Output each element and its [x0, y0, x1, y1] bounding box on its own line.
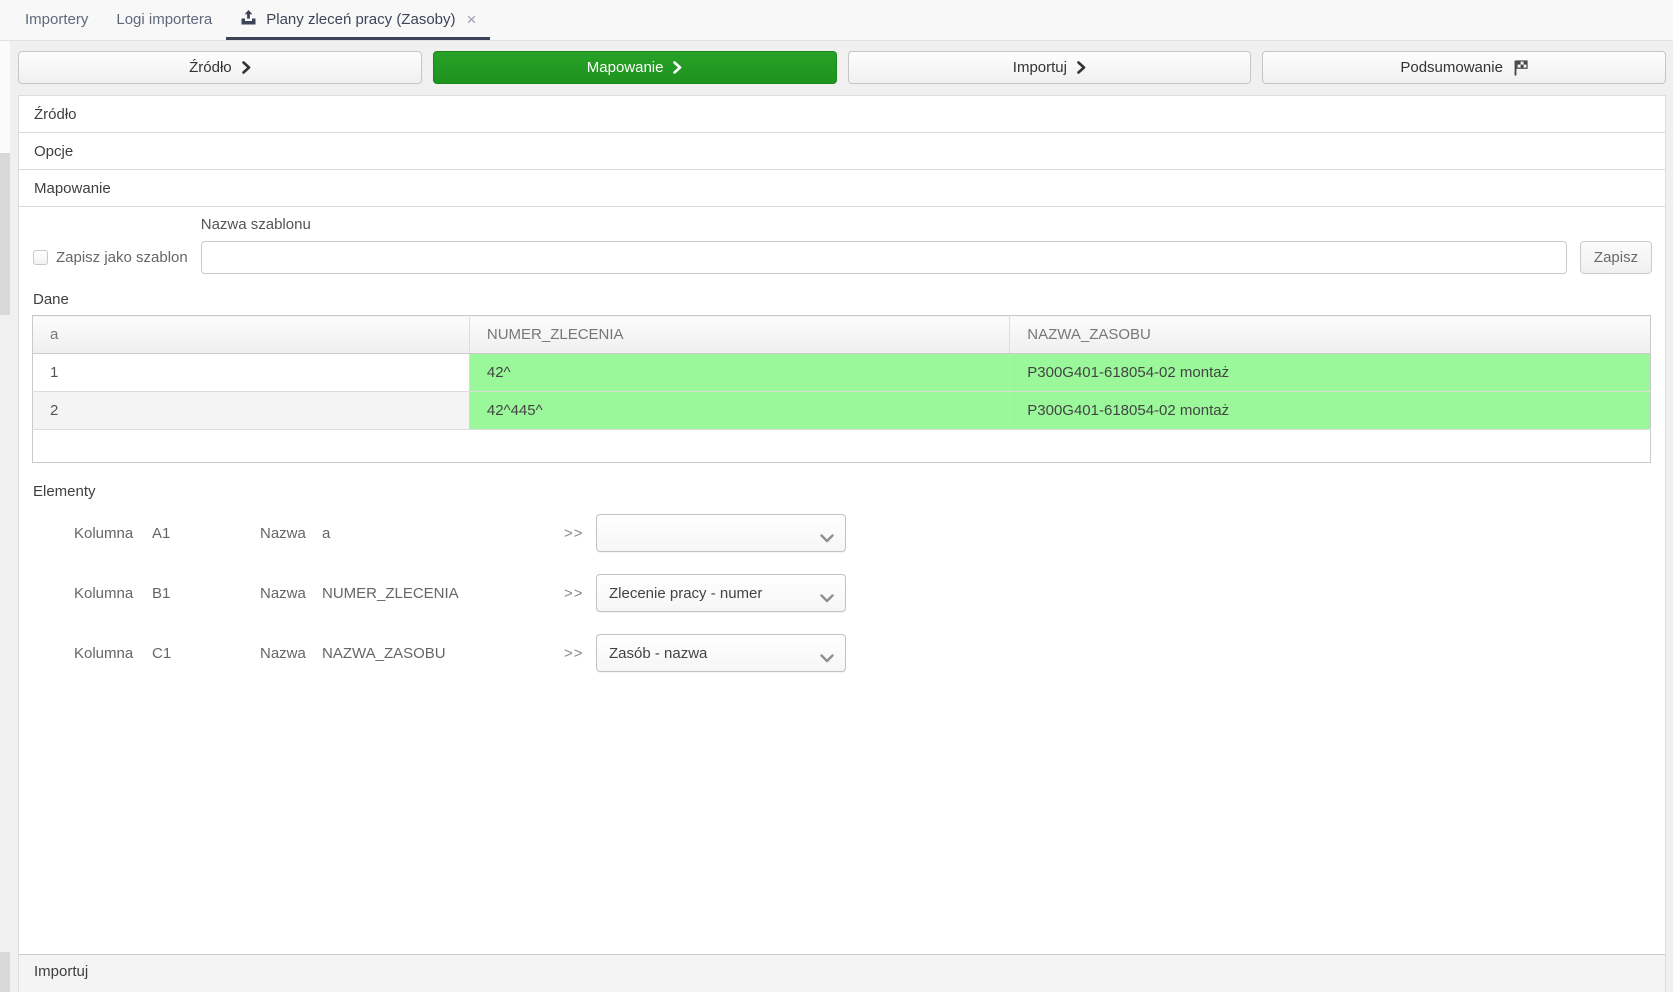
nazwa-value: NAZWA_ZASOBU [322, 645, 564, 662]
column-header-numer-zlecenia[interactable]: NUMER_ZLECENIA [469, 316, 1009, 354]
step-label: Mapowanie [587, 59, 664, 76]
cell-nazwa-zasobu: P300G401-618054-02 montaż [1010, 354, 1651, 392]
mapping-row-a1: Kolumna A1 Nazwa a >> [74, 514, 1665, 552]
mapping-row-b1: Kolumna B1 Nazwa NUMER_ZLECENIA >> Zlece… [74, 574, 1665, 612]
checkered-flag-icon [1513, 60, 1528, 76]
tab-importery[interactable]: Importery [11, 0, 102, 40]
dropdown-value: Zasób - nazwa [609, 645, 707, 662]
mapping-dropdown-a1[interactable] [596, 514, 846, 552]
mapping-dropdown-b1[interactable]: Zlecenie pracy - numer [596, 574, 846, 612]
save-as-template-label: Zapisz jako szablon [56, 249, 188, 266]
maps-to-arrow: >> [564, 645, 596, 662]
cell-numer-zlecenia: 42^ [469, 354, 1009, 392]
column-header-nazwa-zasobu[interactable]: NAZWA_ZASOBU [1010, 316, 1651, 354]
import-wizard-panel: Źródło Opcje Mapowanie Zapisz jako szabl… [18, 95, 1666, 992]
nazwa-label: Nazwa [260, 525, 322, 542]
data-preview-table: a NUMER_ZLECENIA NAZWA_ZASOBU 1 42^ P300… [32, 315, 1651, 463]
kolumna-value: B1 [152, 585, 260, 602]
mapping-row-c1: Kolumna C1 Nazwa NAZWA_ZASOBU >> Zasób -… [74, 634, 1665, 672]
section-header-importuj[interactable]: Importuj [19, 954, 1665, 992]
maps-to-arrow: >> [564, 585, 596, 602]
mapowanie-section-content: Zapisz jako szablon Nazwa szablonu Zapis… [19, 207, 1665, 954]
close-icon[interactable]: × [467, 10, 477, 30]
section-title: Opcje [34, 143, 73, 160]
step-label: Importuj [1013, 59, 1067, 76]
template-name-input[interactable] [201, 241, 1567, 274]
tab-bar: Importery Logi importera Plany zleceń pr… [0, 0, 1673, 41]
import-upload-icon [240, 9, 257, 30]
nazwa-value: a [322, 525, 564, 542]
kolumna-label: Kolumna [74, 645, 152, 662]
template-name-group: Nazwa szablonu [201, 216, 1567, 274]
section-header-mapowanie[interactable]: Mapowanie [19, 170, 1665, 207]
tab-label: Plany zleceń pracy (Zasoby) [266, 11, 455, 28]
scrollbar-thumb-bottom[interactable] [0, 952, 10, 992]
tab-label: Logi importera [116, 11, 212, 28]
section-title: Mapowanie [34, 180, 111, 197]
scrollbar-thumb[interactable] [0, 153, 10, 315]
mapping-dropdown-c1[interactable]: Zasób - nazwa [596, 634, 846, 672]
template-name-label: Nazwa szablonu [201, 216, 1567, 233]
section-header-zrodlo[interactable]: Źródło [19, 96, 1665, 133]
tab-logi-importera[interactable]: Logi importera [102, 0, 226, 40]
step-zrodlo-button[interactable]: Źródło [18, 51, 422, 84]
dane-label: Dane [33, 291, 1665, 308]
kolumna-label: Kolumna [74, 525, 152, 542]
save-template-button[interactable]: Zapisz [1580, 241, 1652, 274]
nazwa-label: Nazwa [260, 585, 322, 602]
column-header-a[interactable]: a [33, 316, 470, 354]
table-header-row: a NUMER_ZLECENIA NAZWA_ZASOBU [33, 316, 1651, 354]
left-scrollbar-track[interactable] [0, 41, 10, 992]
section-header-opcje[interactable]: Opcje [19, 133, 1665, 170]
table-row: 1 42^ P300G401-618054-02 montaż [33, 354, 1651, 392]
cell-nazwa-zasobu: P300G401-618054-02 montaż [1010, 392, 1651, 430]
chevron-right-icon [1077, 61, 1086, 74]
kolumna-value: C1 [152, 645, 260, 662]
table-empty-row [33, 430, 1651, 463]
wizard-steps: Źródło Mapowanie Importuj Podsumowanie [18, 51, 1666, 84]
nazwa-value: NUMER_ZLECENIA [322, 585, 564, 602]
section-title: Źródło [34, 106, 77, 123]
kolumna-value: A1 [152, 525, 260, 542]
nazwa-label: Nazwa [260, 645, 322, 662]
chevron-right-icon [673, 61, 682, 74]
scrollbar-cap [0, 41, 10, 153]
chevron-right-icon [242, 61, 251, 74]
step-podsumowanie-button[interactable]: Podsumowanie [1262, 51, 1666, 84]
elementy-label: Elementy [33, 483, 1665, 500]
chevron-down-icon [820, 530, 834, 547]
cell-row-index: 2 [33, 392, 470, 430]
section-title: Importuj [34, 963, 88, 980]
tab-plany-zlecen-pracy[interactable]: Plany zleceń pracy (Zasoby) × [226, 0, 490, 40]
dropdown-value: Zlecenie pracy - numer [609, 585, 762, 602]
tab-label: Importery [25, 11, 88, 28]
chevron-down-icon [820, 590, 834, 607]
step-mapowanie-button[interactable]: Mapowanie [433, 51, 837, 84]
chevron-down-icon [820, 650, 834, 667]
save-as-template-checkbox[interactable] [33, 250, 48, 265]
step-label: Źródło [189, 59, 232, 76]
maps-to-arrow: >> [564, 525, 596, 542]
cell-row-index: 1 [33, 354, 470, 392]
cell-numer-zlecenia: 42^445^ [469, 392, 1009, 430]
template-row: Zapisz jako szablon Nazwa szablonu Zapis… [19, 207, 1665, 274]
save-as-template-group: Zapisz jako szablon [33, 241, 188, 274]
table-row: 2 42^445^ P300G401-618054-02 montaż [33, 392, 1651, 430]
kolumna-label: Kolumna [74, 585, 152, 602]
step-importuj-button[interactable]: Importuj [848, 51, 1252, 84]
step-label: Podsumowanie [1400, 59, 1503, 76]
